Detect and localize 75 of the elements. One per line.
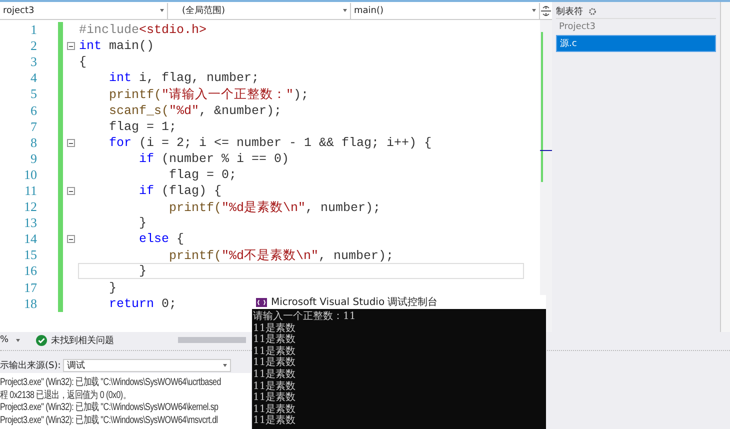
caret-icon xyxy=(160,9,164,12)
output-source-label: 示输出来源(S): xyxy=(0,360,61,372)
output-line: 程 0x2138 已退出，返回值为 0 (0x0)。 xyxy=(0,390,131,402)
console-line: 11是素数 xyxy=(253,392,296,404)
code-line: } xyxy=(138,215,148,232)
issues-status: 未找到相关问题 xyxy=(51,334,114,346)
line-number: 13 xyxy=(23,215,37,232)
app-icon xyxy=(256,298,267,307)
line-number: 9 xyxy=(30,150,37,167)
line-number: 1 xyxy=(30,22,37,38)
output-line: Project3.exe" (Win32): 已加载 "C:\Windows\SysWOW64\msvcrt.dl xyxy=(0,414,218,427)
scrollbar[interactable] xyxy=(540,20,552,332)
scope-dropdown[interactable]: (全局范围) xyxy=(168,2,351,18)
output-source-dropdown[interactable]: 调试 xyxy=(62,359,231,372)
tree-item[interactable]: Project3 xyxy=(556,21,716,33)
console-line: 11是素数 xyxy=(253,346,296,357)
code-line: else { xyxy=(138,231,186,248)
line-number: 12 xyxy=(23,199,37,216)
caret-icon xyxy=(532,9,536,12)
code-line: printf("%d不是素数\n", number); xyxy=(168,248,395,265)
code-line: } xyxy=(108,280,118,296)
console-line: 请输入一个正整数：11 xyxy=(253,311,356,322)
caret-icon xyxy=(16,338,20,342)
line-number: 3 xyxy=(30,54,37,70)
line-number: 16 xyxy=(23,263,37,280)
console-line: 11是素数 xyxy=(253,404,296,415)
line-number: 6 xyxy=(30,102,37,119)
code-line: printf("请输入一个正整数："); xyxy=(108,86,310,104)
code-line: scanf_s("%d", &number); xyxy=(108,102,283,119)
line-number: 8 xyxy=(30,134,37,151)
code-line: #include<stdio.h> xyxy=(78,22,208,38)
code-line: for (i = 2; i <= number - 1 && flag; i++) { xyxy=(108,134,433,151)
code-line: if (flag) { xyxy=(138,182,223,199)
caret-icon xyxy=(222,364,227,367)
line-number: 5 xyxy=(30,86,37,102)
line-number: 18 xyxy=(23,296,37,312)
code-line: flag = 1; xyxy=(108,118,178,135)
console-line: 11是素数 xyxy=(253,334,296,346)
line-number: 17 xyxy=(23,280,37,296)
scrollbar[interactable] xyxy=(178,337,246,343)
zoom-dropdown[interactable]: % xyxy=(0,335,20,345)
collapse-icon[interactable] xyxy=(66,186,74,195)
console-line: 11是素数 xyxy=(253,369,296,380)
member-dropdown[interactable]: main() xyxy=(351,2,540,18)
console-line: 11是素数 xyxy=(253,322,296,334)
code-line: printf("%d是素数\n", number); xyxy=(168,200,382,217)
code-line: return 0; xyxy=(108,296,178,312)
code-line: { xyxy=(78,54,88,70)
caret-icon xyxy=(343,9,347,12)
code-line: flag = 0; xyxy=(168,166,238,183)
output-line: Project3.exe" (Win32): 已加载 "C:\Windows\SysWOW64\ucrtbased xyxy=(0,377,221,390)
collapse-icon[interactable] xyxy=(66,235,74,244)
code-line: if (number % i == 0) xyxy=(138,150,290,167)
code-line: int i, flag, number; xyxy=(108,70,260,86)
console-title: Microsoft Visual Studio 调试控制台 xyxy=(271,296,438,310)
project-dropdown[interactable]: roject3 xyxy=(0,2,168,18)
console-line: 11是素数 xyxy=(253,380,296,392)
code-line: int main() xyxy=(78,38,156,54)
line-number: 7 xyxy=(30,118,37,135)
line-number: 4 xyxy=(30,70,37,86)
line-number: 15 xyxy=(23,247,37,264)
collapse-icon[interactable] xyxy=(66,42,74,50)
panel-title: 制表符 xyxy=(556,6,583,18)
gear-icon[interactable] xyxy=(588,6,597,16)
tree-item[interactable]: 源.c xyxy=(556,35,716,52)
line-number: 2 xyxy=(30,38,37,54)
line-number: 14 xyxy=(23,231,37,248)
line-number: 11 xyxy=(23,182,37,199)
console-line: 11是素数 xyxy=(253,357,296,368)
output-line: Project3.exe" (Win32): 已加载 "C:\Windows\SysWOW64\kernel.sp xyxy=(0,402,218,414)
console-line: 11是素数 xyxy=(253,415,296,426)
line-number: 10 xyxy=(23,166,37,183)
collapse-icon[interactable] xyxy=(66,138,74,147)
split-icon[interactable] xyxy=(541,6,551,16)
check-icon xyxy=(36,334,47,346)
